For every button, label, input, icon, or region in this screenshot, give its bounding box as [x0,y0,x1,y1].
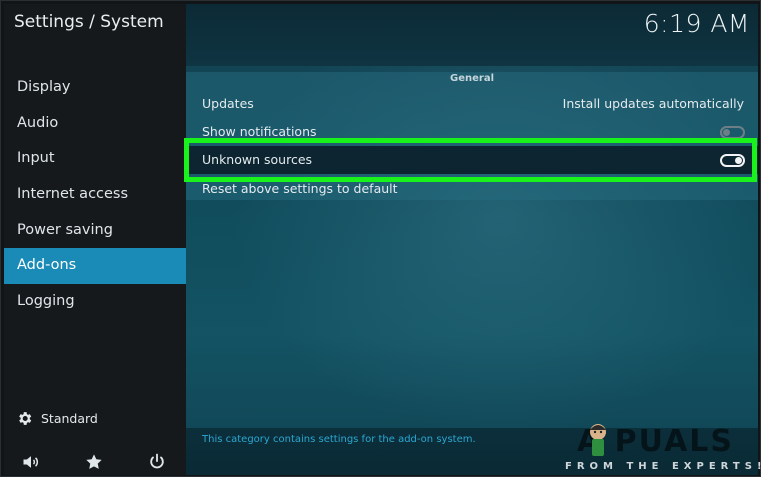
sidebar-item-input[interactable]: Input [4,141,186,177]
setting-value: Install updates automatically [562,96,744,111]
setting-row-reset[interactable]: Reset above settings to default [186,175,758,203]
setting-row-unknown-sources[interactable]: Unknown sources [186,146,758,174]
sidebar-item-logging[interactable]: Logging [4,284,186,320]
setting-row-updates[interactable]: Updates Install updates automatically [186,90,758,118]
sidebar-menu: Display Audio Input Internet access Powe… [4,70,186,320]
category-description: This category contains settings for the … [202,434,476,445]
settings-level-label: Standard [41,410,98,426]
sidebar-item-power-saving[interactable]: Power saving [4,213,186,249]
toggle-knob [723,129,730,136]
sidebar-item-add-ons[interactable]: Add-ons [4,248,186,285]
sidebar-item-audio[interactable]: Audio [4,106,186,142]
clock: 6:19 AM [643,9,750,38]
bottom-toolbar [4,450,186,474]
main-content: 6:19 AM General Updates Install updates … [186,4,758,475]
footer: This category contains settings for the … [186,428,758,475]
setting-row-show-notifications[interactable]: Show notifications [186,118,758,146]
settings-level-button[interactable]: Standard [16,408,98,428]
unknown-sources-toggle[interactable] [720,154,745,167]
section-header: General [450,73,494,84]
setting-label: Reset above settings to default [202,181,398,196]
top-bar: 6:19 AM [186,4,758,66]
gear-icon [19,411,32,425]
setting-label: Show notifications [202,124,317,139]
window-title: Settings / System [14,12,164,32]
app-frame: Settings / System Display Audio Input In… [0,0,761,477]
settings-panel: General Updates Install updates automati… [186,72,758,200]
power-icon[interactable] [147,452,167,472]
setting-label: Unknown sources [202,152,313,167]
toggle-knob [735,157,742,164]
show-notifications-toggle[interactable] [720,126,745,139]
setting-label: Updates [202,96,254,111]
sidebar-item-internet-access[interactable]: Internet access [4,177,186,213]
star-icon[interactable] [84,452,104,472]
sidebar-item-display[interactable]: Display [4,70,186,106]
volume-icon[interactable] [21,452,41,472]
sidebar: Settings / System Display Audio Input In… [4,4,186,475]
